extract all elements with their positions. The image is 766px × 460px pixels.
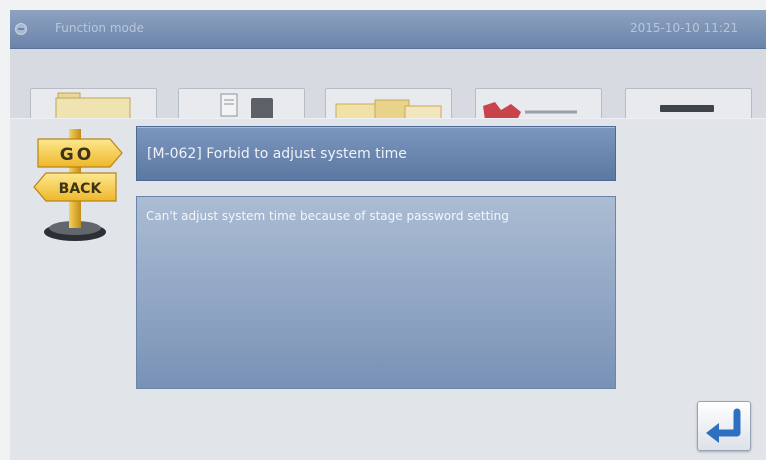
message-body-box: Can't adjust system time because of stag… <box>136 196 616 389</box>
message-code-title-box: [M-062] Forbid to adjust system time <box>136 126 616 181</box>
message-dialog: GO BACK [M-062] Forbid to adjust system … <box>10 118 766 460</box>
go-sign-label: GO <box>60 145 94 165</box>
collapse-icon[interactable] <box>15 23 27 35</box>
system-datetime: 2015-10-10 11:21 <box>630 21 739 35</box>
title-bar: Function mode 2015-10-10 11:21 <box>10 10 766 49</box>
document-icon <box>220 93 238 117</box>
enter-confirm-button[interactable] <box>697 401 751 451</box>
bar-icon <box>660 105 714 112</box>
go-back-sign-icon: GO BACK <box>33 129 123 241</box>
enter-return-icon <box>706 408 741 443</box>
window-title: Function mode <box>55 21 144 35</box>
message-code-title: [M-062] Forbid to adjust system time <box>147 146 407 162</box>
message-body-text: Can't adjust system time because of stag… <box>146 209 509 223</box>
back-sign-label: BACK <box>59 181 103 197</box>
